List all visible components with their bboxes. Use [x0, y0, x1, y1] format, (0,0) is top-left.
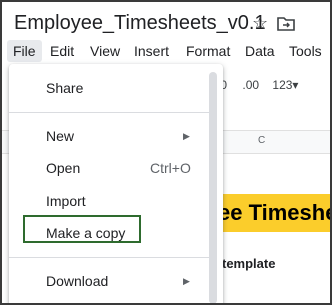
number-format-button[interactable]: 123▾ — [272, 78, 298, 92]
file-menu-share[interactable]: Share — [46, 80, 83, 96]
column-header-c[interactable]: C — [258, 135, 265, 146]
menu-scrollbar[interactable] — [209, 72, 217, 303]
menu-divider — [9, 257, 209, 258]
menu-edit[interactable]: Edit — [50, 40, 74, 62]
chevron-down-icon: ▾ — [292, 78, 299, 92]
file-menu-dropdown: Share New ▶ Open Ctrl+O Import Make a co… — [9, 64, 223, 303]
sheet-subtitle-text[interactable]: template — [222, 256, 275, 271]
star-icon[interactable]: ☆ — [252, 13, 268, 34]
toolbar-number-formats: .0 .00 123▾ — [217, 78, 298, 92]
file-menu-open[interactable]: Open — [46, 160, 80, 176]
file-menu-download[interactable]: Download — [46, 273, 108, 289]
open-shortcut: Ctrl+O — [150, 160, 191, 176]
number-format-label: 123 — [272, 78, 293, 92]
file-menu-import[interactable]: Import — [46, 193, 86, 209]
menu-file[interactable]: File — [7, 40, 42, 62]
menu-tools[interactable]: Tools — [289, 40, 322, 62]
menu-insert[interactable]: Insert — [134, 40, 169, 62]
menu-data[interactable]: Data — [245, 40, 275, 62]
increase-decimal-button[interactable]: .00 — [242, 78, 259, 92]
menu-divider — [9, 112, 209, 113]
menu-view[interactable]: View — [90, 40, 120, 62]
menu-format[interactable]: Format — [186, 40, 230, 62]
menu-bar: File Edit View Insert Format Data Tools — [2, 40, 330, 62]
app-frame: Employee_Timesheets_v0.1 ☆ File Edit Vie… — [0, 0, 332, 305]
submenu-arrow-icon: ▶ — [183, 276, 190, 286]
document-title[interactable]: Employee_Timesheets_v0.1 — [14, 12, 266, 35]
move-folder-icon[interactable] — [277, 15, 295, 31]
sheet-banner-text[interactable]: ee Timeshe — [218, 200, 330, 226]
make-a-copy-highlight — [23, 215, 141, 243]
file-menu-new[interactable]: New — [46, 128, 74, 144]
submenu-arrow-icon: ▶ — [183, 131, 190, 141]
